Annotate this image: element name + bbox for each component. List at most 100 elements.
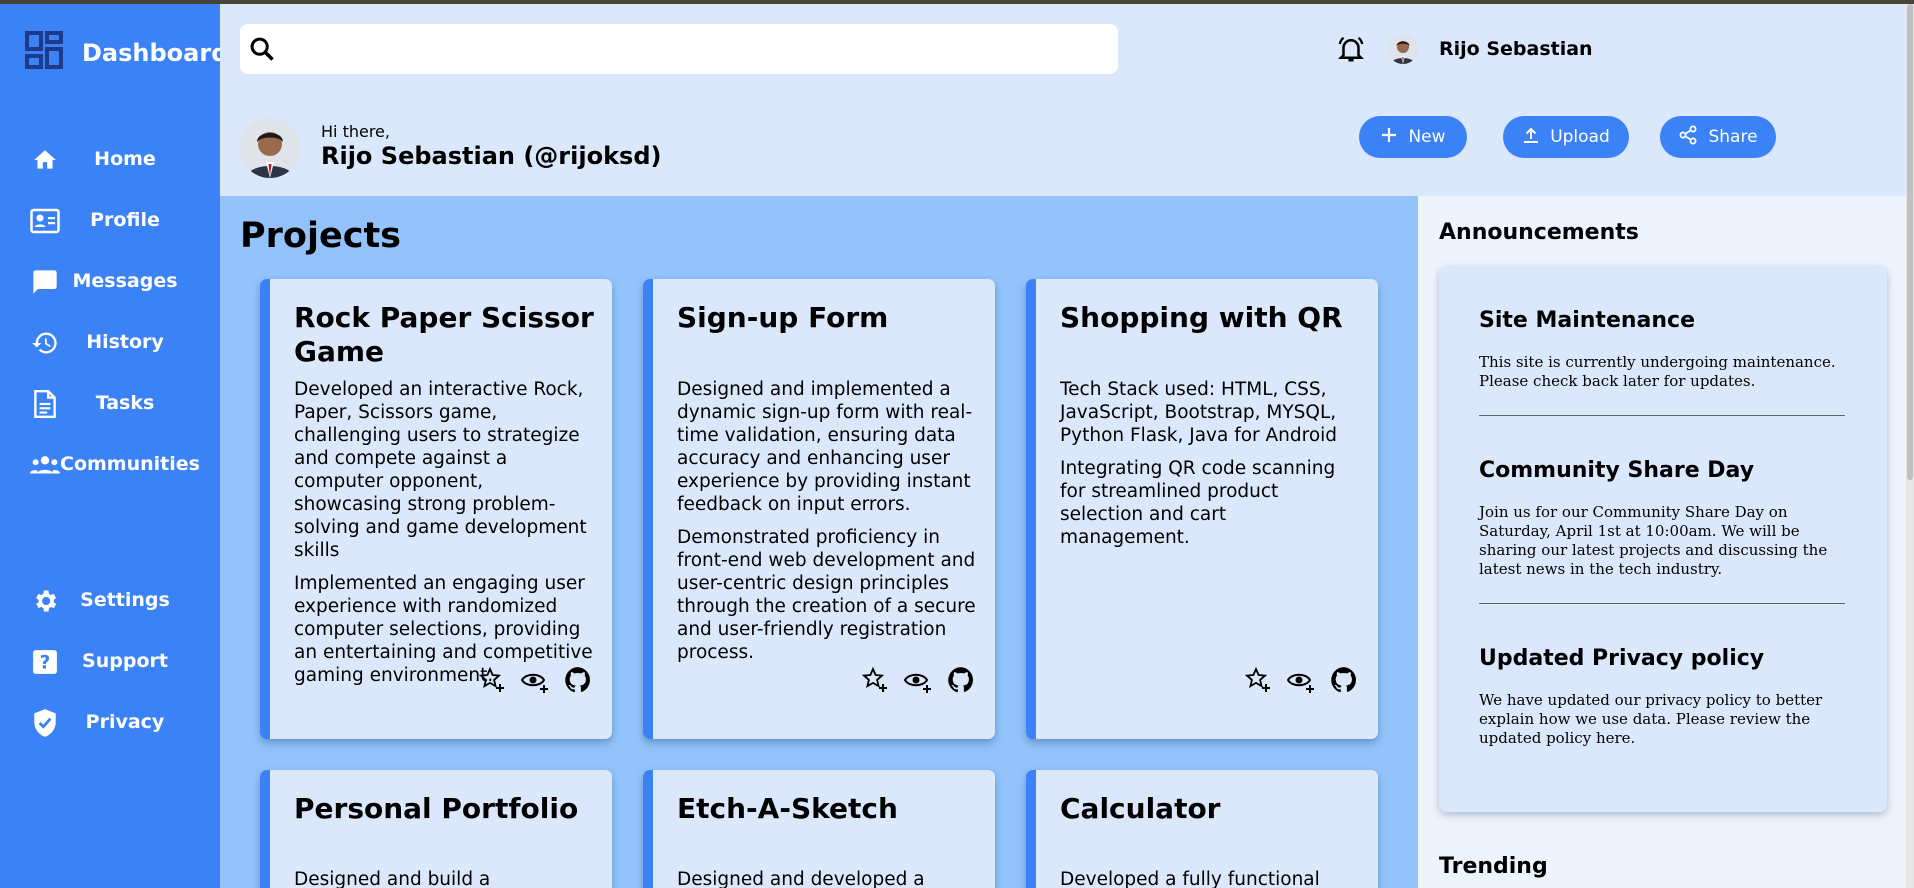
trending-title: Trending <box>1439 854 1548 879</box>
search-input[interactable] <box>288 32 1108 66</box>
brand-label: Dashboard <box>82 38 229 67</box>
project-title: Personal Portfolio <box>294 792 579 825</box>
sidebar-item-privacy[interactable]: Privacy <box>0 697 220 747</box>
new-button[interactable]: New <box>1359 116 1467 158</box>
user-name: Rijo Sebastian <box>1439 38 1593 60</box>
project-paragraph: Developed a fully functional <box>1060 869 1320 888</box>
sidebar-item-profile[interactable]: Profile <box>0 195 220 245</box>
user-handle: Rijo Sebastian (@rijoksd) <box>321 142 662 170</box>
project-paragraph: Developed an interactive Rock, Paper, Sc… <box>294 379 587 561</box>
shield-check-icon <box>30 709 60 737</box>
project-description: Tech Stack used: HTML, CSS, JavaScript, … <box>1060 378 1360 559</box>
announcements-box: Site Maintenance This site is currently … <box>1439 266 1887 812</box>
star-add-icon[interactable] <box>1244 666 1272 699</box>
share-button[interactable]: Share <box>1660 116 1776 158</box>
sidebar-item-history[interactable]: History <box>0 317 220 367</box>
sidebar: Dashboard Home Profile Messages History … <box>0 4 228 888</box>
announcement-text: We have updated our privacy policy to be… <box>1479 691 1823 747</box>
sidebar-item-communities[interactable]: Communities <box>0 439 220 489</box>
sidebar-item-label: Home <box>94 148 156 170</box>
announcement-title: Site Maintenance <box>1479 308 1695 333</box>
announcement-text: Join us for our Community Share Day on S… <box>1479 503 1828 578</box>
project-actions <box>861 666 975 699</box>
new-button-label: New <box>1408 127 1446 147</box>
project-description: Developed an interactive Rock, Paper, Sc… <box>294 378 594 697</box>
search-bar[interactable] <box>240 24 1118 74</box>
help-icon: ? <box>30 648 60 676</box>
upload-button[interactable]: Upload <box>1503 116 1629 158</box>
project-description: Developed a fully functional <box>1060 868 1360 888</box>
project-description: Designed and implemented a dynamic sign-… <box>677 378 977 674</box>
project-paragraph: Designed and build a captivating <box>294 869 491 888</box>
sidebar-item-label: Privacy <box>85 711 165 733</box>
group-icon <box>30 451 60 479</box>
watch-icon[interactable] <box>1286 666 1316 699</box>
share-icon <box>1678 125 1698 150</box>
sidebar-item-messages[interactable]: Messages <box>0 256 220 306</box>
announcement-title: Updated Privacy policy <box>1479 646 1765 671</box>
divider <box>1479 603 1845 604</box>
watch-icon[interactable] <box>903 666 933 699</box>
github-icon[interactable] <box>1330 666 1358 699</box>
star-add-icon[interactable] <box>861 666 889 699</box>
announcement-title: Community Share Day <box>1479 458 1755 483</box>
scrollbar-thumb[interactable] <box>1907 4 1913 480</box>
sidebar-item-label: Settings <box>80 589 170 611</box>
plus-icon <box>1380 126 1398 149</box>
sidebar-item-label: Messages <box>72 270 178 292</box>
sidebar-item-label: Profile <box>90 209 160 231</box>
document-icon <box>30 389 60 419</box>
page-title: Projects <box>240 216 402 256</box>
sidebar-item-label: Tasks <box>95 392 155 414</box>
project-title: Sign-up Form <box>677 301 889 334</box>
project-card-shopping-with-qr[interactable]: Shopping with QR Tech Stack used: HTML, … <box>1026 279 1378 739</box>
search-icon <box>248 35 276 68</box>
watch-icon[interactable] <box>520 666 550 699</box>
home-icon <box>30 146 60 174</box>
star-add-icon[interactable] <box>478 666 506 699</box>
announcement-item[interactable]: Community Share Day Join us for our Comm… <box>1479 458 1845 579</box>
chat-icon <box>30 268 60 296</box>
svg-text:?: ? <box>40 653 51 674</box>
github-icon[interactable] <box>564 666 592 699</box>
id-card-icon <box>30 207 60 235</box>
project-actions <box>1244 666 1358 699</box>
project-card-personal-portfolio[interactable]: Personal Portfolio Designed and build a … <box>260 770 612 888</box>
project-card-etch-a-sketch[interactable]: Etch-A-Sketch Designed and developed a d… <box>643 770 995 888</box>
dashboard-grid-icon <box>24 30 64 75</box>
gear-icon <box>30 587 60 615</box>
project-paragraph: Tech Stack used: HTML, CSS, JavaScript, … <box>1060 379 1338 446</box>
github-icon[interactable] <box>947 666 975 699</box>
notification-bell-icon[interactable] <box>1336 34 1366 69</box>
announcement-item[interactable]: Updated Privacy policy We have updated o… <box>1479 646 1845 748</box>
sidebar-item-home[interactable]: Home <box>0 134 220 184</box>
sidebar-item-tasks[interactable]: Tasks <box>0 378 220 428</box>
project-description: Designed and build a captivating <box>294 868 594 888</box>
project-title: Rock Paper Scissor Game <box>294 301 594 368</box>
project-title: Calculator <box>1060 792 1221 825</box>
user-avatar[interactable] <box>1388 34 1418 64</box>
announcements-title: Announcements <box>1439 220 1639 245</box>
project-paragraph: Designed and developed a digital <box>677 869 925 888</box>
project-description: Designed and developed a digital <box>677 868 977 888</box>
sidebar-item-label: Communities <box>60 453 200 475</box>
divider <box>1479 415 1845 416</box>
upload-icon <box>1522 126 1540 149</box>
brand[interactable]: Dashboard <box>24 30 228 75</box>
project-card-sign-up-form[interactable]: Sign-up Form Designed and implemented a … <box>643 279 995 739</box>
sidebar-item-support[interactable]: ? Support <box>0 636 220 686</box>
project-paragraph: Demonstrated proficiency in front-end we… <box>677 527 976 663</box>
project-card-rock-paper-scissor[interactable]: Rock Paper Scissor Game Developed an int… <box>260 279 612 739</box>
sidebar-item-settings[interactable]: Settings <box>0 575 220 625</box>
announcement-item[interactable]: Site Maintenance This site is currently … <box>1479 308 1845 391</box>
project-paragraph: Integrating QR code scanning for streaml… <box>1060 458 1336 548</box>
upload-button-label: Upload <box>1550 127 1610 147</box>
history-icon <box>30 329 60 357</box>
share-button-label: Share <box>1708 127 1758 147</box>
announcement-text: This site is currently undergoing mainte… <box>1479 353 1836 390</box>
profile-avatar <box>240 118 300 178</box>
project-title: Shopping with QR <box>1060 301 1343 334</box>
greeting-text: Hi there, <box>321 122 390 141</box>
project-card-calculator[interactable]: Calculator Developed a fully functional <box>1026 770 1378 888</box>
sidebar-item-label: Support <box>82 650 168 672</box>
